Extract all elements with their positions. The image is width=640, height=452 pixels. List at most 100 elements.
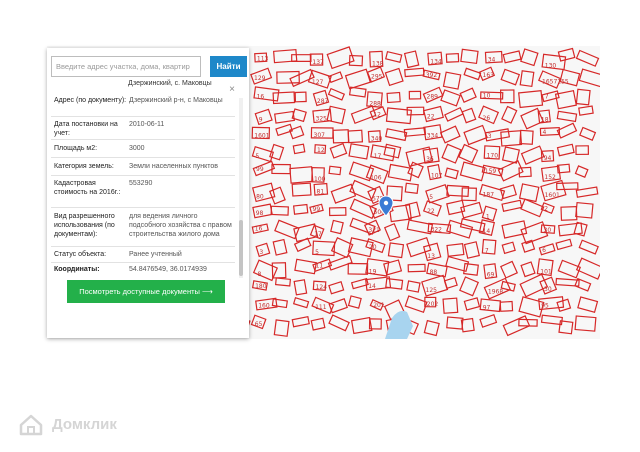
parcel-outline[interactable] xyxy=(441,143,462,164)
parcel-outline[interactable] xyxy=(327,87,346,101)
parcel-outline[interactable] xyxy=(408,90,422,100)
parcel-outline[interactable] xyxy=(440,89,461,107)
parcel-outline[interactable] xyxy=(292,203,309,215)
parcel-outline[interactable] xyxy=(501,241,516,255)
parcel-outline[interactable] xyxy=(328,314,350,332)
parcel-outline[interactable] xyxy=(291,316,310,328)
parcel-outline[interactable] xyxy=(574,277,592,292)
parcel-outline[interactable] xyxy=(577,296,599,313)
parcel-outline[interactable] xyxy=(501,105,518,124)
parcel-outline[interactable] xyxy=(384,67,404,87)
view-documents-button[interactable]: Посмотреть доступные документы ⟶ xyxy=(67,280,225,303)
parcel-outline[interactable] xyxy=(271,163,291,175)
parcel-outline[interactable] xyxy=(558,320,574,335)
parcel-outline[interactable] xyxy=(575,186,599,198)
parcel-outline[interactable] xyxy=(270,205,289,216)
parcel-outline[interactable] xyxy=(439,125,461,144)
parcel-outline[interactable] xyxy=(520,48,539,67)
parcel-outline[interactable] xyxy=(499,184,517,200)
parcel-outline[interactable] xyxy=(383,143,402,159)
parcel-outline[interactable] xyxy=(272,238,288,256)
parcel-outline[interactable] xyxy=(274,110,296,124)
parcel-outline[interactable] xyxy=(347,262,369,275)
parcel-outline[interactable] xyxy=(575,88,591,106)
parcel-outline[interactable] xyxy=(273,319,290,337)
parcel-outline[interactable] xyxy=(403,127,427,137)
parcel-outline[interactable] xyxy=(459,276,480,297)
parcel-outline[interactable] xyxy=(444,167,459,180)
parcel-outline[interactable] xyxy=(518,183,540,203)
parcel-outline[interactable] xyxy=(458,143,479,164)
parcel-outline[interactable] xyxy=(328,165,342,176)
parcel-outline[interactable] xyxy=(446,243,465,257)
parcel-outline[interactable] xyxy=(579,126,597,141)
parcel-outline[interactable] xyxy=(463,241,481,259)
parcel-outline[interactable] xyxy=(294,91,307,103)
parcel-outline[interactable] xyxy=(502,50,522,64)
search-suggestion[interactable]: Дзержинский, с. Маковцы xyxy=(128,80,212,87)
parcel-outline[interactable] xyxy=(520,145,545,165)
parcel-outline[interactable] xyxy=(269,143,285,161)
parcel-outline[interactable] xyxy=(268,186,286,205)
parcel-outline[interactable] xyxy=(291,54,312,62)
parcel-outline[interactable] xyxy=(521,239,536,253)
parcel-outline[interactable] xyxy=(463,297,481,311)
parcel-outline[interactable] xyxy=(385,50,403,64)
parcel-outline[interactable] xyxy=(387,242,405,259)
parcel-outline[interactable] xyxy=(332,129,350,144)
parcel-outline[interactable] xyxy=(387,163,414,182)
parcel-outline[interactable] xyxy=(557,47,576,62)
parcel-outline[interactable] xyxy=(386,91,401,104)
parcel-outline[interactable] xyxy=(444,106,464,122)
parcel-outline[interactable] xyxy=(443,276,458,290)
parcel-outline[interactable] xyxy=(310,317,326,331)
parcel-outline[interactable] xyxy=(459,87,477,103)
search-button[interactable]: Найти xyxy=(210,56,247,77)
parcel-outline[interactable] xyxy=(348,86,367,98)
parcel-outline[interactable] xyxy=(385,277,404,290)
parcel-outline[interactable] xyxy=(556,182,579,191)
parcel-outline[interactable] xyxy=(442,71,462,90)
parcel-outline[interactable] xyxy=(578,239,599,255)
parcel-outline[interactable] xyxy=(407,263,426,273)
parcel-outline[interactable] xyxy=(463,124,488,146)
parcel-outline[interactable] xyxy=(574,165,589,178)
parcel-outline[interactable] xyxy=(540,314,563,326)
parcel-outline[interactable] xyxy=(501,146,521,164)
parcel-outline[interactable] xyxy=(575,201,594,219)
parcel-outline[interactable] xyxy=(554,90,577,110)
parcel-outline[interactable] xyxy=(463,67,482,81)
parcel-outline[interactable] xyxy=(404,182,419,194)
parcel-outline[interactable] xyxy=(500,260,519,279)
parcel-outline[interactable] xyxy=(461,107,477,124)
parcel-outline[interactable] xyxy=(347,129,364,144)
parcel-outline[interactable] xyxy=(578,105,594,116)
parcel-outline[interactable] xyxy=(556,122,578,139)
coordinates-value[interactable]: 54.8476549, 36.0174939 xyxy=(129,265,235,274)
scrollbar-thumb[interactable] xyxy=(239,220,243,276)
parcel-outline[interactable] xyxy=(404,201,421,220)
parcel-outline[interactable] xyxy=(291,182,312,197)
parcel-outline[interactable] xyxy=(292,143,306,155)
parcel-outline[interactable] xyxy=(328,281,345,295)
parcel-outline[interactable] xyxy=(519,70,535,88)
parcel-outline[interactable] xyxy=(460,48,479,65)
parcel-outline[interactable] xyxy=(556,143,575,157)
parcel-outline[interactable] xyxy=(292,297,310,309)
parcel-outline[interactable] xyxy=(520,261,536,278)
parcel-outline[interactable] xyxy=(293,279,308,296)
parcel-outline[interactable] xyxy=(406,106,425,116)
parcel-outline[interactable] xyxy=(445,53,460,63)
parcel-outline[interactable] xyxy=(330,219,344,235)
parcel-outline[interactable] xyxy=(461,187,477,202)
parcel-outline[interactable] xyxy=(347,295,362,309)
panel-scrollbar[interactable] xyxy=(239,98,243,278)
parcel-outline[interactable] xyxy=(404,295,428,314)
parcel-outline[interactable] xyxy=(385,128,408,142)
parcel-outline[interactable] xyxy=(446,184,470,198)
parcel-outline[interactable] xyxy=(499,300,514,312)
address-search-input[interactable] xyxy=(51,56,201,77)
parcel-outline[interactable] xyxy=(348,143,370,160)
parcel-outline[interactable] xyxy=(560,206,578,221)
parcel-outline[interactable] xyxy=(575,49,600,67)
